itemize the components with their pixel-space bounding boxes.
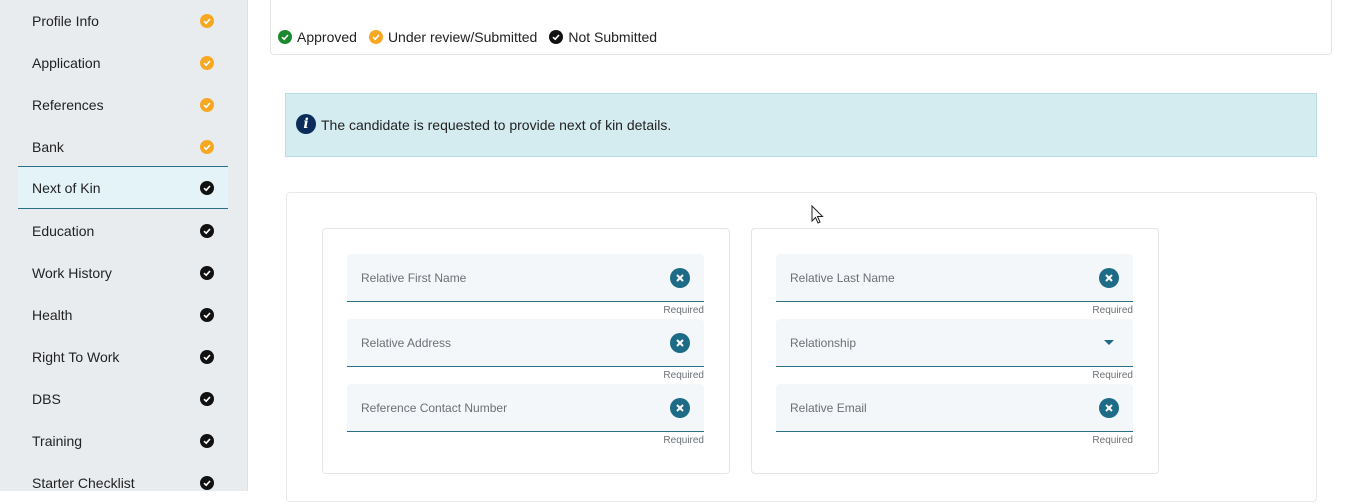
clear-icon[interactable] xyxy=(1099,267,1119,288)
field-placeholder: Relative First Name xyxy=(361,270,467,285)
sidebar-item-label: Profile Info xyxy=(32,13,99,29)
legend-label: Not Submitted xyxy=(568,29,658,45)
field-hint: Required xyxy=(1092,370,1133,381)
field-placeholder: Relative Email xyxy=(790,400,867,415)
sidebar-item-dbs[interactable]: DBS xyxy=(18,378,228,420)
sidebar-item-work-history[interactable]: Work History xyxy=(18,252,228,294)
sidebar-item-label: Bank xyxy=(32,139,64,155)
reference-contact-number-field[interactable]: Reference Contact Number xyxy=(347,384,704,432)
check-circle-icon xyxy=(200,56,214,70)
sidebar-item-label: Next of Kin xyxy=(32,179,101,196)
field-placeholder: Relative Last Name xyxy=(790,270,895,285)
field-placeholder: Relative Address xyxy=(361,335,452,350)
check-circle-icon xyxy=(200,308,214,322)
legend-label: Approved xyxy=(297,29,357,45)
sidebar-item-label: References xyxy=(32,97,104,113)
check-circle-icon xyxy=(200,180,214,195)
sidebar-item-label: Education xyxy=(32,223,95,239)
check-circle-icon xyxy=(549,30,564,44)
relative-last-name-field[interactable]: Relative Last Name xyxy=(776,254,1133,302)
relative-email-field[interactable]: Relative Email xyxy=(776,384,1133,432)
sidebar-item-profile-info[interactable]: Profile Info xyxy=(18,0,228,42)
field-hint: Required xyxy=(1092,435,1133,446)
legend-not-submitted: Not Submitted xyxy=(549,29,657,45)
legend-label: Under review/Submitted xyxy=(387,29,538,45)
check-circle-icon xyxy=(200,224,214,238)
sidebar-item-label: Work History xyxy=(32,265,112,281)
relative-first-name-field[interactable]: Relative First Name xyxy=(347,254,704,302)
mouse-cursor-icon xyxy=(811,205,824,224)
sidebar-item-bank[interactable]: Bank xyxy=(18,126,228,168)
check-circle-icon xyxy=(200,434,214,448)
legend-approved: Approved xyxy=(278,29,357,45)
sidebar-item-label: Application xyxy=(32,55,101,71)
sidebar-item-starter-checklist[interactable]: Starter Checklist xyxy=(18,462,228,504)
relative-address-field[interactable]: Relative Address xyxy=(347,319,704,367)
sidebar-item-label: Health xyxy=(32,307,73,323)
info-message: The candidate is requested to provide ne… xyxy=(321,117,672,133)
clear-icon[interactable] xyxy=(670,397,690,418)
sidebar-item-application[interactable]: Application xyxy=(18,42,228,84)
check-circle-icon xyxy=(278,30,292,44)
field-placeholder: Reference Contact Number xyxy=(361,400,508,415)
relationship-select[interactable]: Relationship xyxy=(776,319,1133,367)
sidebar-item-right-to-work[interactable]: Right To Work xyxy=(18,336,228,378)
field-hint: Required xyxy=(663,435,704,446)
sidebar-item-next-of-kin[interactable]: Next of Kin xyxy=(18,166,228,209)
check-circle-icon xyxy=(200,350,214,364)
sidebar-item-label: Training xyxy=(32,433,83,449)
info-banner: i The candidate is requested to provide … xyxy=(285,93,1317,157)
chevron-down-icon[interactable] xyxy=(1104,340,1114,345)
sidebar-item-health[interactable]: Health xyxy=(18,294,228,336)
sidebar-item-references[interactable]: References xyxy=(18,84,228,126)
field-hint: Required xyxy=(1092,305,1133,316)
clear-icon[interactable] xyxy=(670,267,690,288)
clear-icon[interactable] xyxy=(670,332,690,353)
check-circle-icon xyxy=(200,140,214,154)
legend-under-review: Under review/Submitted xyxy=(368,29,538,45)
sidebar: Profile Info Application References Bank… xyxy=(0,0,248,491)
field-hint: Required xyxy=(663,370,704,381)
sidebar-item-label: Right To Work xyxy=(32,349,120,365)
check-circle-icon xyxy=(200,476,214,490)
check-circle-icon xyxy=(200,392,214,406)
check-circle-icon xyxy=(200,14,214,28)
sidebar-item-label: Starter Checklist xyxy=(32,475,135,491)
sidebar-item-training[interactable]: Training xyxy=(18,420,228,462)
status-legend-card xyxy=(270,0,1332,55)
info-icon: i xyxy=(296,113,316,134)
check-circle-icon xyxy=(200,266,214,280)
field-hint: Required xyxy=(663,305,704,316)
clear-icon[interactable] xyxy=(1099,397,1119,418)
sidebar-item-label: DBS xyxy=(32,391,61,407)
sidebar-item-education[interactable]: Education xyxy=(18,210,228,252)
field-placeholder: Relationship xyxy=(790,335,857,350)
check-circle-icon xyxy=(200,98,214,112)
check-circle-icon xyxy=(368,30,383,44)
status-legend: Approved Under review/Submitted Not Subm… xyxy=(278,29,669,45)
